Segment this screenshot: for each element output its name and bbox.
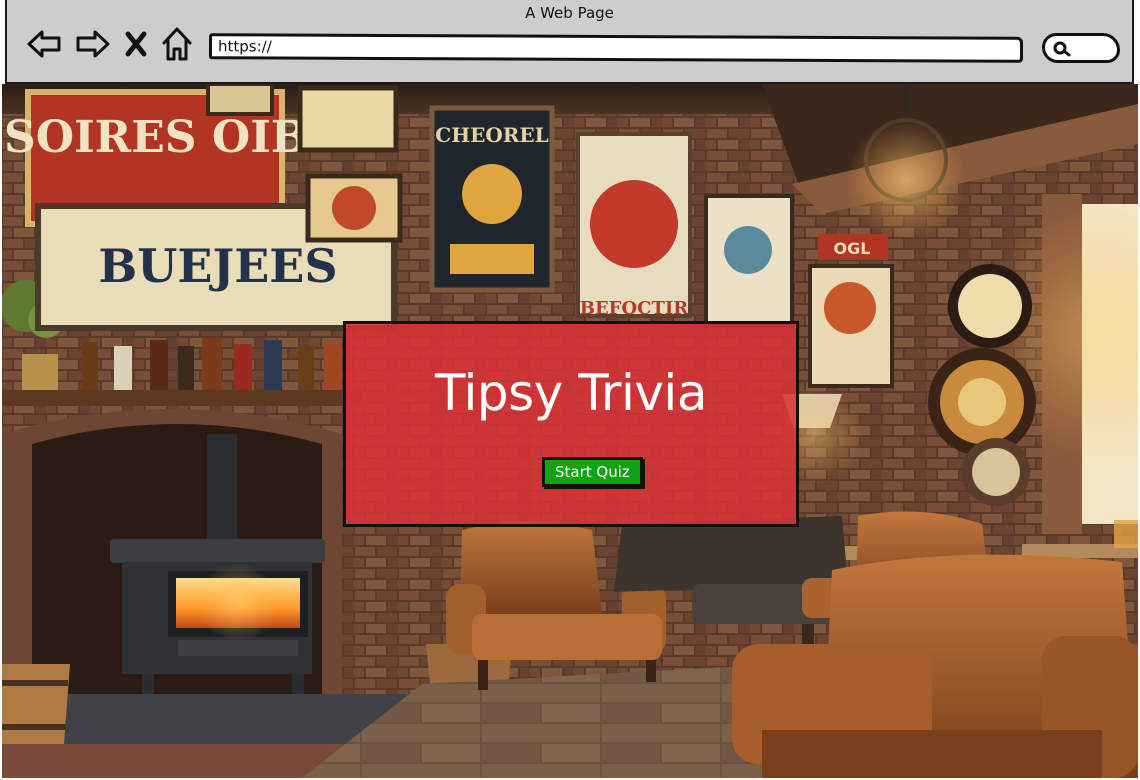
- sign-text: SOIRES OIB: [4, 112, 308, 163]
- search-button[interactable]: [1042, 33, 1120, 63]
- forward-arrow-icon: [76, 30, 110, 58]
- window-title: A Web Page: [525, 4, 614, 22]
- browser-toolbar: A Web Page https://: [5, 0, 1134, 84]
- close-x-icon: [125, 31, 147, 57]
- home-icon: [162, 27, 192, 61]
- search-icon: [1053, 41, 1071, 57]
- sign-text: BUEJEES: [98, 239, 337, 293]
- hero-title: Tipsy Trivia: [435, 364, 707, 422]
- stop-button[interactable]: [121, 24, 151, 64]
- home-button[interactable]: [158, 24, 196, 64]
- page-viewport: SOIRES OIB BUEJEES CHEOREL BEFOCTIR OGL: [2, 84, 1138, 778]
- back-arrow-icon: [27, 30, 61, 58]
- forward-button[interactable]: [74, 24, 112, 64]
- hero-panel: Tipsy Trivia Start Quiz: [343, 321, 799, 527]
- sign-text: BEFOCTIR: [580, 298, 690, 319]
- browser-window: A Web Page https:// SOIRES OIB BUEJEES C…: [0, 0, 1140, 780]
- sign-text: OGL: [834, 239, 871, 258]
- address-bar[interactable]: https://: [208, 33, 1024, 63]
- sign-text: CHEOREL: [435, 123, 548, 147]
- start-quiz-button[interactable]: Start Quiz: [542, 457, 643, 487]
- back-button[interactable]: [25, 24, 63, 64]
- address-text: https://: [217, 37, 272, 56]
